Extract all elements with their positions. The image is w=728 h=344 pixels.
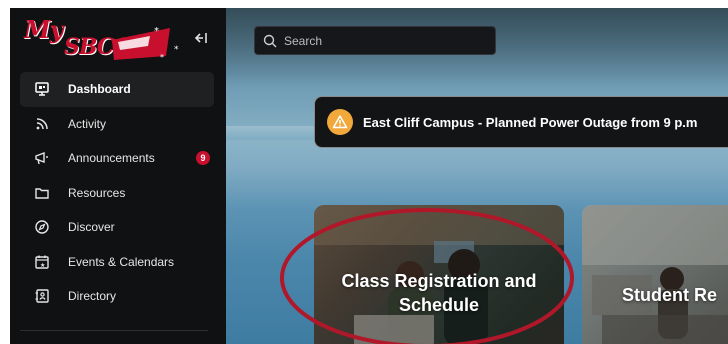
sidebar-item-resources[interactable]: Resources <box>20 176 214 211</box>
card-shade <box>582 205 728 344</box>
sidebar-item-announcements[interactable]: Announcements 9 <box>20 141 214 176</box>
sidebar-item-label: Activity <box>68 116 107 131</box>
sidebar-item-discover[interactable]: Discover <box>20 210 214 245</box>
svg-text:*: * <box>174 45 179 55</box>
sidebar-item-label: Announcements <box>68 151 155 166</box>
compass-icon <box>32 217 52 237</box>
collapse-arrow-icon <box>194 33 207 43</box>
calendar-star-icon: ★ <box>32 252 52 272</box>
folder-icon <box>32 183 52 203</box>
main-content: East Cliff Campus - Planned Power Outage… <box>226 8 728 344</box>
contacts-icon <box>32 286 52 306</box>
sidebar-item-label: Directory <box>68 289 117 304</box>
megaphone-icon <box>32 148 52 168</box>
monitor-icon <box>32 79 52 99</box>
sidebar-item-directory[interactable]: Directory <box>20 279 214 314</box>
student-resources-card[interactable]: Student Re <box>582 205 728 344</box>
class-registration-card[interactable]: Class Registration and Schedule <box>314 205 564 344</box>
collapse-sidebar-button[interactable] <box>190 30 212 52</box>
card-title: Class Registration and Schedule <box>314 269 564 317</box>
svg-text:★: ★ <box>40 262 45 269</box>
rss-icon <box>32 114 52 134</box>
warning-icon <box>327 109 353 135</box>
search-bar[interactable] <box>254 26 496 55</box>
sidebar-item-label: Resources <box>68 185 126 200</box>
search-input[interactable] <box>284 33 484 48</box>
alert-text: East Cliff Campus - Planned Power Outage… <box>363 114 698 130</box>
sidebar-item-label: Dashboard <box>68 82 131 97</box>
app-window: My SBCC * * * Dashboard Activity Announc… <box>10 8 728 344</box>
svg-text:*: * <box>154 26 159 37</box>
alert-banner[interactable]: East Cliff Campus - Planned Power Outage… <box>314 96 728 148</box>
sidebar-item-label: Events & Calendars <box>68 254 175 269</box>
card-title-line2: Schedule <box>398 295 480 315</box>
card-title-line1: Class Registration and <box>341 271 537 291</box>
sidebar-item-activity[interactable]: Activity <box>20 107 214 142</box>
logo-flag-icon: * * * <box>112 26 179 62</box>
announcements-count-badge: 9 <box>196 151 210 165</box>
logo-text-my: My <box>24 15 64 44</box>
top-strip <box>0 0 728 8</box>
sidebar-item-dashboard[interactable]: Dashboard <box>20 72 214 107</box>
sidebar-item-label: Discover <box>68 220 115 235</box>
search-icon <box>263 34 277 47</box>
sidebar: My SBCC * * * Dashboard Activity Announc… <box>10 8 226 344</box>
sidebar-nav: Dashboard Activity Announcements 9 Resou… <box>20 72 214 314</box>
sidebar-divider <box>20 330 208 331</box>
card-title: Student Re <box>622 285 718 305</box>
mysbcc-logo[interactable]: My SBCC * * * <box>20 15 188 63</box>
logo-row: My SBCC * * * <box>10 8 226 70</box>
sidebar-item-events-calendars[interactable]: ★ Events & Calendars <box>20 245 214 280</box>
svg-text:*: * <box>160 53 164 62</box>
